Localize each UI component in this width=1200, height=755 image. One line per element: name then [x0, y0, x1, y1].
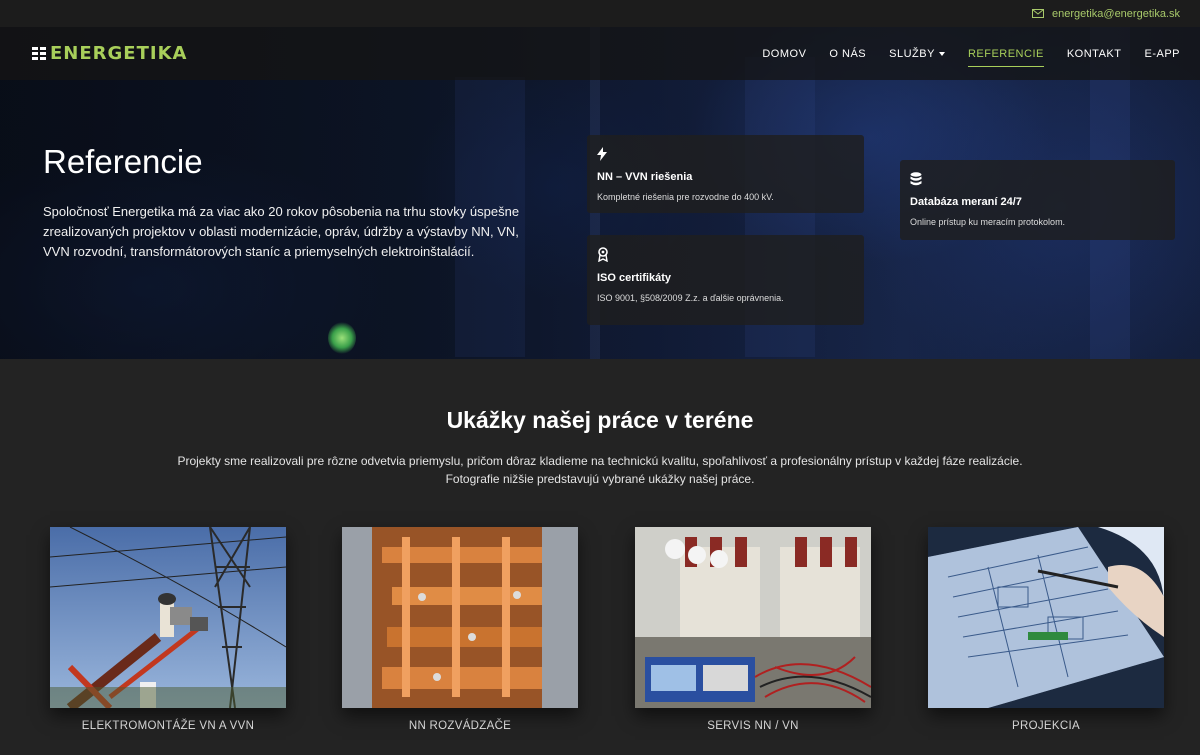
- nav-label: E-APP: [1144, 47, 1180, 60]
- top-bar: energetika@energetika.sk: [0, 0, 1200, 27]
- email-text[interactable]: energetika@energetika.sk: [1052, 8, 1180, 20]
- email-link[interactable]: energetika@energetika.sk: [1032, 8, 1180, 20]
- card-description: ISO 9001, §508/2009 Z.z. a ďalšie oprávn…: [597, 293, 784, 303]
- gallery-item-servis[interactable]: SERVIS NN / VN: [635, 527, 871, 732]
- nav-label: SLUŽBY: [889, 47, 935, 60]
- card-title: NN – VVN riešenia: [597, 171, 693, 183]
- nav-item-kontakt[interactable]: KONTAKT: [1067, 44, 1122, 64]
- nav-item-o-nas[interactable]: O NÁS: [829, 44, 866, 64]
- feature-card-iso: ISO certifikáty ISO 9001, §508/2009 Z.z.…: [587, 235, 864, 325]
- database-icon: [910, 172, 922, 186]
- feature-card-nn-vvn: NN – VVN riešenia Kompletné riešenia pre…: [587, 135, 864, 213]
- gallery-photo[interactable]: [928, 527, 1164, 708]
- site-header: ENERGETIKA DOMOV O NÁS SLUŽBY REFERENCIE…: [0, 27, 1200, 80]
- gallery-item-elektromontaze[interactable]: ELEKTROMONTÁŽE VN A VVN: [50, 527, 286, 732]
- gallery-photo[interactable]: [342, 527, 578, 708]
- gallery-photo[interactable]: [635, 527, 871, 708]
- section-text-line: Fotografie nižšie predstavujú vybrané uk…: [445, 472, 755, 486]
- section-description: Projekty sme realizovali pre rôzne odvet…: [150, 452, 1050, 488]
- gallery-label[interactable]: PROJEKCIA: [928, 720, 1164, 732]
- nav-item-domov[interactable]: DOMOV: [762, 44, 806, 64]
- card-title: ISO certifikáty: [597, 272, 671, 284]
- section-title: Ukážky našej práce v teréne: [446, 407, 754, 433]
- main-nav: DOMOV O NÁS SLUŽBY REFERENCIE KONTAKT E-…: [762, 44, 1180, 67]
- gallery-item-nn-rozvadzace[interactable]: NN ROZVÁDZAČE: [342, 527, 578, 732]
- page-title: Referencie: [43, 143, 203, 180]
- nav-label: DOMOV: [762, 47, 807, 60]
- nav-item-sluzby[interactable]: SLUŽBY: [889, 44, 945, 64]
- bolt-icon: [597, 147, 607, 161]
- nav-label: O NÁS: [829, 47, 867, 60]
- logo[interactable]: ENERGETIKA: [32, 43, 187, 64]
- feature-card-database: Databáza meraní 24/7 Online prístup ku m…: [900, 160, 1175, 240]
- caret-down-icon: [938, 52, 945, 56]
- award-icon: [598, 247, 608, 262]
- section-text-line: Projekty sme realizovali pre rôzne odvet…: [177, 454, 1023, 468]
- nav-label: REFERENCIE: [967, 47, 1044, 60]
- gallery-label[interactable]: SERVIS NN / VN: [635, 720, 871, 732]
- nav-item-referencie[interactable]: REFERENCIE: [967, 44, 1044, 67]
- nav-item-e-app[interactable]: E-APP: [1144, 44, 1180, 64]
- nav-label: KONTAKT: [1066, 47, 1122, 60]
- gallery-label[interactable]: ELEKTROMONTÁŽE VN A VVN: [50, 720, 286, 732]
- green-indicator-light: [328, 322, 356, 354]
- envelope-icon: [1032, 9, 1045, 18]
- hero-description: Spoločnosť Energetika má za viac ako 20 …: [43, 204, 520, 259]
- gallery-label[interactable]: NN ROZVÁDZAČE: [342, 720, 578, 732]
- gallery-item-projekcia[interactable]: PROJEKCIA: [928, 527, 1164, 732]
- card-description: Kompletné riešenia pre rozvodne do 400 k…: [597, 192, 774, 202]
- card-title: Databáza meraní 24/7: [910, 196, 1022, 208]
- logo-mark-icon: [32, 47, 46, 60]
- card-description: Online prístup ku meracím protokolom.: [910, 217, 1066, 227]
- logo-text: ENERGETIKA: [50, 43, 188, 64]
- gallery-photo[interactable]: [50, 527, 286, 708]
